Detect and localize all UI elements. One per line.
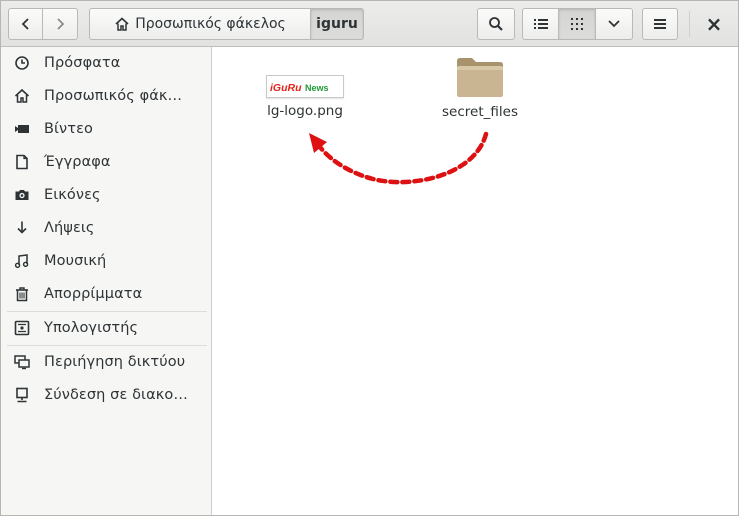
sidebar-item-label: Σύνδεση σε διακο… [44,387,188,403]
path-home-label: Προσωπικός φάκελος [135,16,286,32]
sidebar-item-recent[interactable]: Πρόσφατα [1,48,211,78]
network-icon [12,352,32,372]
path-current-button[interactable]: iguru [311,8,364,40]
sidebar-item-label: Προσωπικός φάκ… [44,88,183,104]
chevron-left-icon [21,18,29,30]
sidebar-separator [7,345,207,346]
forward-button[interactable] [43,8,78,40]
document-icon [12,152,32,172]
grid-view-icon [571,18,583,30]
file-manager-window: Προσωπικός φάκελος iguru × Πρόσφατα Προσ… [0,0,739,516]
list-view-button[interactable] [522,8,559,40]
path-bar: Προσωπικός φάκελος iguru [89,8,364,40]
trash-icon [12,284,32,304]
sidebar-separator [7,311,207,312]
sidebar-item-label: Υπολογιστής [44,320,139,336]
path-home-button[interactable]: Προσωπικός φάκελος [89,8,311,40]
sidebar-item-computer[interactable]: Υπολογιστής [1,313,211,343]
annotation-arrow-path [314,131,489,185]
close-icon: × [705,12,723,36]
sidebar-item-videos[interactable]: Βίντεο [1,114,211,144]
server-icon [12,385,32,405]
sidebar: Πρόσφατα Προσωπικός φάκ… Βίντεο Έγγραφα … [1,47,212,515]
list-view-icon [533,19,548,29]
chevron-right-icon [57,18,65,30]
home-icon [12,86,32,106]
sidebar-item-home[interactable]: Προσωπικός φάκ… [1,81,211,111]
sidebar-item-label: Βίντεο [44,121,93,137]
sidebar-item-pictures[interactable]: Εικόνες [1,180,211,210]
camera-icon [12,185,32,205]
search-icon [489,17,503,31]
sidebar-item-label: Έγγραφα [44,154,111,170]
sidebar-item-label: Λήψεις [44,220,95,236]
view-options-button[interactable] [596,8,633,40]
drive-icon [12,318,32,338]
view-switcher [522,8,633,40]
download-arrow-icon [12,218,32,238]
path-current-label: iguru [316,16,358,32]
sidebar-item-downloads[interactable]: Λήψεις [1,213,211,243]
sidebar-item-network[interactable]: Περιήγηση δικτύου [1,347,211,377]
grid-view-button[interactable] [559,8,596,40]
search-button[interactable] [477,8,515,40]
chevron-down-icon [608,20,620,28]
close-button[interactable]: × [699,8,729,40]
sidebar-item-trash[interactable]: Απορρίμματα [1,279,211,309]
clock-icon [12,53,32,73]
sidebar-item-label: Εικόνες [44,187,101,203]
menu-button[interactable] [642,8,678,40]
back-button[interactable] [8,8,43,40]
sidebar-item-connect-server[interactable]: Σύνδεση σε διακο… [1,380,211,410]
home-icon [115,17,129,31]
music-note-icon [12,251,32,271]
sidebar-item-documents[interactable]: Έγγραφα [1,147,211,177]
sidebar-item-music[interactable]: Μουσική [1,246,211,276]
history-buttons [8,8,78,40]
header-bar: Προσωπικός φάκελος iguru × [1,1,738,47]
sidebar-item-label: Πρόσφατα [44,55,121,71]
sidebar-item-label: Απορρίμματα [44,286,143,302]
annotation-arrow [309,131,489,185]
sidebar-item-label: Μουσική [44,253,107,269]
file-view: iGuRu News lg-logo.png secret_files [213,47,738,515]
sidebar-item-label: Περιήγηση δικτύου [44,354,186,370]
hamburger-menu-icon [654,19,666,29]
header-separator [689,11,690,37]
video-camera-icon [12,119,32,139]
